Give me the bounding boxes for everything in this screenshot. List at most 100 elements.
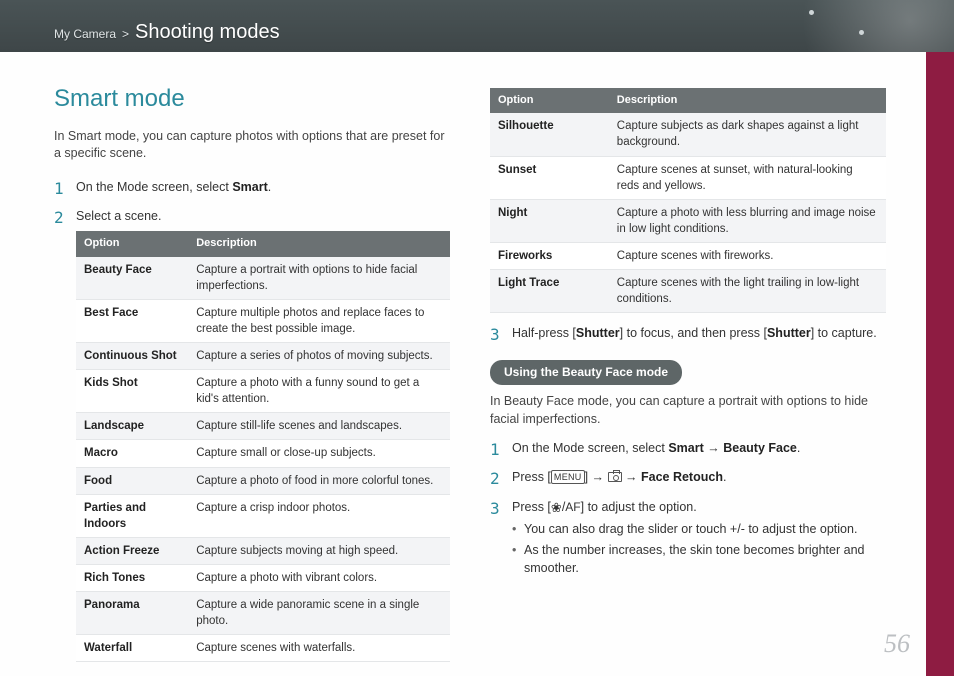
step-text: Press [	[512, 470, 551, 484]
option-name: Panorama	[76, 591, 188, 634]
option-desc: Capture a portrait with options to hide …	[188, 257, 450, 300]
bstep-2: 2 Press [MENU] → → Face Retouch.	[490, 469, 886, 488]
option-desc: Capture scenes with waterfalls.	[188, 635, 450, 662]
table-row: SilhouetteCapture subjects as dark shape…	[490, 113, 886, 156]
options-table-2: Option Description SilhouetteCapture sub…	[490, 88, 886, 313]
option-name: Action Freeze	[76, 537, 188, 564]
step-number: 2	[490, 469, 504, 488]
step-text: ] →	[585, 470, 608, 484]
step-bullets: You can also drag the slider or touch +/…	[512, 521, 886, 578]
option-desc: Capture still-life scenes and landscapes…	[188, 413, 450, 440]
step-body: On the Mode screen, select Smart → Beaut…	[512, 440, 886, 458]
step-text: On the Mode screen, select	[512, 441, 668, 455]
breadcrumb-sep: >	[122, 26, 129, 43]
table-row: Rich TonesCapture a photo with vibrant c…	[76, 564, 450, 591]
table-row: Light TraceCapture scenes with the light…	[490, 270, 886, 313]
subsection-lead: In Beauty Face mode, you can capture a p…	[490, 393, 886, 428]
left-column: Smart mode In Smart mode, you can captur…	[54, 82, 450, 656]
step-text: Half-press [	[512, 326, 576, 340]
step-text: Press [	[512, 500, 551, 514]
option-name: Best Face	[76, 299, 188, 342]
option-name: Landscape	[76, 413, 188, 440]
bstep-1: 1 On the Mode screen, select Smart → Bea…	[490, 440, 886, 459]
table-row: WaterfallCapture scenes with waterfalls.	[76, 635, 450, 662]
option-name: Food	[76, 467, 188, 494]
th-description: Description	[609, 88, 886, 113]
option-name: Light Trace	[490, 270, 609, 313]
step-2: 2 Select a scene. Option Description Bea…	[54, 208, 450, 672]
step-bold: Beauty Face	[723, 441, 797, 455]
option-desc: Capture a series of photos of moving sub…	[188, 343, 450, 370]
step-text: .	[723, 470, 726, 484]
step-bold: Shutter	[767, 326, 811, 340]
option-name: Kids Shot	[76, 370, 188, 413]
breadcrumb-root: My Camera	[54, 26, 116, 43]
af-icon: AF	[565, 500, 580, 514]
table-row: FireworksCapture scenes with fireworks.	[490, 242, 886, 269]
table-row: Continuous ShotCapture a series of photo…	[76, 343, 450, 370]
arrow: →	[622, 470, 641, 484]
step-text: On the Mode screen, select	[76, 180, 232, 194]
step-3: 3 Half-press [Shutter] to focus, and the…	[490, 325, 886, 344]
step-body: Half-press [Shutter] to focus, and then …	[512, 325, 886, 343]
option-name: Night	[490, 199, 609, 242]
step-body: On the Mode screen, select Smart.	[76, 179, 450, 197]
option-name: Rich Tones	[76, 564, 188, 591]
table-row: LandscapeCapture still-life scenes and l…	[76, 413, 450, 440]
step-number: 1	[54, 179, 68, 198]
right-column: Option Description SilhouetteCapture sub…	[490, 82, 886, 656]
table-row: NightCapture a photo with less blurring …	[490, 199, 886, 242]
option-desc: Capture multiple photos and replace face…	[188, 299, 450, 342]
option-name: Continuous Shot	[76, 343, 188, 370]
step-bold: Smart	[668, 441, 703, 455]
table-row: Best FaceCapture multiple photos and rep…	[76, 299, 450, 342]
option-desc: Capture a photo with a funny sound to ge…	[188, 370, 450, 413]
flower-icon: ❀	[551, 500, 562, 515]
main-steps-cont: 3 Half-press [Shutter] to focus, and the…	[490, 325, 886, 344]
step-text: .	[797, 441, 800, 455]
step-body: Press [MENU] → → Face Retouch.	[512, 469, 886, 487]
step-text: .	[268, 180, 271, 194]
main-steps: 1 On the Mode screen, select Smart. 2 Se…	[54, 179, 450, 673]
option-desc: Capture subjects moving at high speed.	[188, 537, 450, 564]
step-bold: Shutter	[576, 326, 620, 340]
table-row: SunsetCapture scenes at sunset, with nat…	[490, 156, 886, 199]
option-name: Sunset	[490, 156, 609, 199]
breadcrumb: My Camera > Shooting modes	[54, 18, 280, 52]
table-row: FoodCapture a photo of food in more colo…	[76, 467, 450, 494]
step-number: 3	[490, 499, 504, 518]
step-text: ] to adjust the option.	[581, 500, 697, 514]
option-desc: Capture scenes at sunset, with natural-l…	[609, 156, 886, 199]
step-body: Press [❀/AF] to adjust the option. You c…	[512, 499, 886, 582]
option-desc: Capture a crisp indoor photos.	[188, 494, 450, 537]
step-text: Select a scene.	[76, 209, 161, 223]
step-text: ] to focus, and then press [	[620, 326, 767, 340]
th-option: Option	[490, 88, 609, 113]
bstep-3: 3 Press [❀/AF] to adjust the option. You…	[490, 499, 886, 582]
breadcrumb-current: Shooting modes	[135, 18, 280, 46]
camera-icon	[608, 472, 622, 482]
table-row: MacroCapture small or close-up subjects.	[76, 440, 450, 467]
section-title: Smart mode	[54, 82, 450, 116]
table-row: PanoramaCapture a wide panoramic scene i…	[76, 591, 450, 634]
options-table-1: Option Description Beauty FaceCapture a …	[76, 231, 450, 662]
option-name: Beauty Face	[76, 257, 188, 300]
step-body: Select a scene. Option Description Beaut…	[76, 208, 450, 672]
arrow: →	[704, 441, 723, 455]
option-desc: Capture a wide panoramic scene in a sing…	[188, 591, 450, 634]
option-desc: Capture a photo of food in more colorful…	[188, 467, 450, 494]
option-name: Waterfall	[76, 635, 188, 662]
option-desc: Capture small or close-up subjects.	[188, 440, 450, 467]
table-row: Action FreezeCapture subjects moving at …	[76, 537, 450, 564]
page-header: My Camera > Shooting modes	[0, 0, 954, 52]
beauty-steps: 1 On the Mode screen, select Smart → Bea…	[490, 440, 886, 581]
th-description: Description	[188, 231, 450, 256]
section-lead: In Smart mode, you can capture photos wi…	[54, 128, 450, 163]
table-row: Parties and IndoorsCapture a crisp indoo…	[76, 494, 450, 537]
bullet-item: You can also drag the slider or touch +/…	[512, 521, 886, 539]
option-name: Parties and Indoors	[76, 494, 188, 537]
option-desc: Capture scenes with the light trailing i…	[609, 270, 886, 313]
option-name: Fireworks	[490, 242, 609, 269]
table-row: Beauty FaceCapture a portrait with optio…	[76, 257, 450, 300]
subsection-pill: Using the Beauty Face mode	[490, 360, 682, 385]
